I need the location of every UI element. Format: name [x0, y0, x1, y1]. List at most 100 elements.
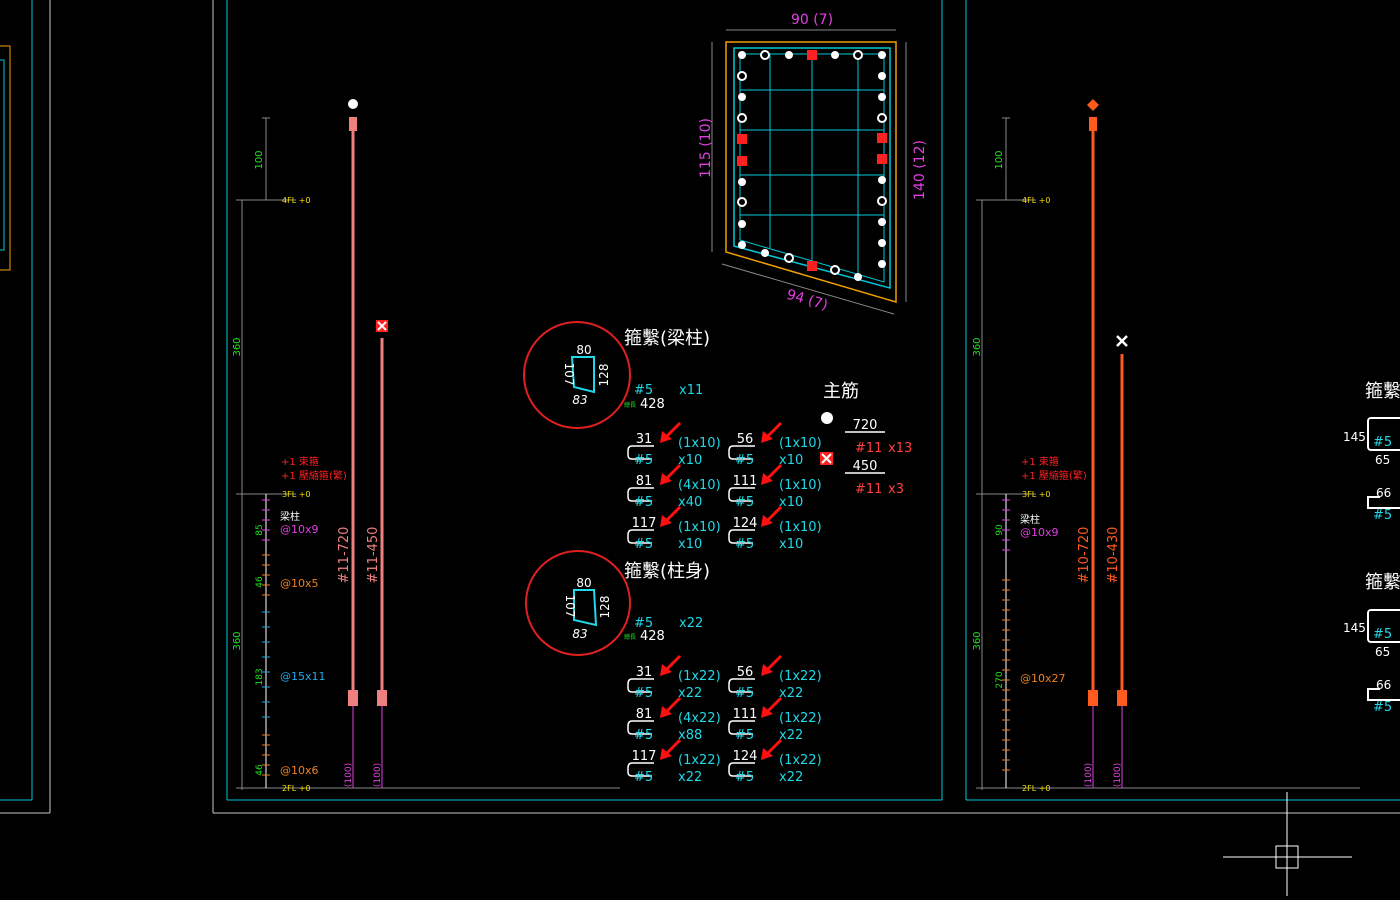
tie-count: x88 — [678, 728, 702, 743]
stirrup-body-ties[interactable]: 31#5(1x22)x2256#5(1x22)x2281#5(4x22)x881… — [627, 654, 822, 785]
beam-tie-item[interactable]: 124 #5 (1x10) x10 — [728, 505, 822, 552]
main-bar-cross-icon — [820, 452, 833, 465]
tie-length: 124 — [733, 516, 758, 531]
beam-tie-item[interactable]: 111 #5 (1x10) x10 — [728, 463, 822, 510]
tie-length: 56 — [737, 665, 754, 680]
r-level-3fl: 3FL +0 — [1022, 490, 1050, 499]
r-note-tie-1: +1 束箍 — [1021, 455, 1059, 468]
sb-bar: #5 — [634, 383, 653, 398]
main-bar-2-count: x3 — [888, 482, 904, 497]
body-tie-item[interactable]: 81 #5 (4x22) x88 — [627, 696, 721, 743]
sd-dim-top: 80 — [576, 576, 591, 590]
tie-length: 31 — [636, 665, 653, 680]
body-tie-item[interactable]: 31 #5 (1x22) x22 — [627, 654, 721, 701]
stirrup-beam-ties[interactable]: 31#5(1x10)x1056#5(1x10)x1081#5(4x10)x401… — [627, 421, 822, 552]
level-3fl: 3FL +0 — [282, 490, 310, 499]
spacing-2: @10x5 — [280, 577, 319, 590]
stirrup-beam-group[interactable]: 箍繫(梁柱) 80 107 128 83 #5 x11 總長 428 — [523, 321, 710, 429]
beam-col-label: 梁柱 — [280, 510, 300, 523]
main-bar-dot-icon — [821, 412, 833, 424]
column-section[interactable]: 90 (7) 115 (10) 140 (12) 94 (7) — [698, 12, 928, 315]
beam-tie-item[interactable]: 81 #5 (4x10) x40 — [627, 463, 721, 510]
tie-length: 124 — [733, 749, 758, 764]
stirrup-beam-highlight — [523, 321, 631, 429]
spacing-1: @10x9 — [280, 523, 319, 536]
main-bars-group[interactable]: 主筋 720 #11 x13 450 #11 x3 — [820, 381, 912, 497]
right-edge-partial[interactable]: 箍繫 145 #5 65 66 #5 箍繫 145 #5 65 66 #5 — [1343, 381, 1400, 715]
tie-spec: (1x10) — [779, 478, 822, 493]
body-tie-item[interactable]: 124 #5 (1x22) x22 — [728, 738, 822, 785]
tie-spec: (1x10) — [678, 520, 721, 535]
bottom-len-2: (100) — [373, 763, 383, 787]
r-bar-1-cap — [1089, 117, 1097, 131]
tie-spec: (1x10) — [678, 436, 721, 451]
sb-total-label: 總長 — [624, 401, 636, 409]
r-bar-label-2: #10-430 — [1106, 527, 1121, 584]
dim-upper-text: 360 — [232, 337, 243, 356]
section-right-dim: 140 (12) — [912, 140, 928, 200]
tie-bar: #5 — [735, 537, 754, 552]
r-bottom-len-2: (100) — [1113, 763, 1123, 787]
body-tie-item[interactable]: 56 #5 (1x22) x22 — [728, 654, 822, 701]
right-column-elevation[interactable]: 100 360 360 4FL +0 3FL +0 2FL +0 90 270 … — [972, 99, 1360, 793]
main-bar-2-len: 450 — [853, 459, 878, 474]
tie-bar: #5 — [735, 728, 754, 743]
tie-length: 81 — [636, 474, 653, 489]
tie-count: x22 — [678, 770, 702, 785]
red-arrow-icon — [660, 505, 682, 527]
main-bar-1-len: 720 — [853, 418, 878, 433]
tie-bar: #5 — [735, 453, 754, 468]
beam-tie-item[interactable]: 117 #5 (1x10) x10 — [627, 505, 721, 552]
tie-length: 31 — [636, 432, 653, 447]
red-arrow-icon — [660, 738, 682, 760]
crosshair-cursor-icon — [1223, 792, 1352, 896]
r-note-tie-2: +1 壓縮箍(繁) — [1021, 469, 1087, 482]
main-bar-1-count: x13 — [888, 441, 912, 456]
tie-bar: #5 — [634, 537, 653, 552]
level-2fl: 2FL +0 — [282, 784, 310, 793]
diamond-marker-icon — [1087, 99, 1099, 111]
r-dim-upper: 360 — [972, 337, 983, 356]
level-4fl: 4FL +0 — [282, 196, 310, 205]
sub-dim-2: 46 — [255, 576, 265, 588]
left-column-elevation[interactable]: 100 360 360 4FL +0 3FL +0 2FL +0 85 46 1… — [232, 99, 620, 793]
section-left-dim: 115 (10) — [698, 118, 714, 178]
right-edge-bar-f: #5 — [1373, 700, 1392, 715]
red-arrow-icon — [761, 654, 783, 676]
red-arrow-icon — [660, 696, 682, 718]
stirrup-body-group[interactable]: 箍繫(柱身) 80 107 128 83 #5 x22 總長 428 — [525, 550, 710, 656]
tie-spec: (1x22) — [678, 669, 721, 684]
body-tie-item[interactable]: 111 #5 (1x22) x22 — [728, 696, 822, 743]
tie-length: 81 — [636, 707, 653, 722]
right-edge-dim-b: 65 — [1375, 453, 1390, 467]
sd-dim-right: 128 — [598, 596, 612, 619]
right-edge-dim-e: 65 — [1375, 645, 1390, 659]
tie-count: x40 — [678, 495, 702, 510]
tie-spec: (1x10) — [779, 436, 822, 451]
tie-length: 117 — [632, 749, 657, 764]
tie-length: 117 — [632, 516, 657, 531]
tie-bar: #5 — [634, 770, 653, 785]
beam-tie-item[interactable]: 31 #5 (1x10) x10 — [627, 421, 721, 468]
sd-total-label: 總長 — [624, 633, 636, 641]
red-arrow-icon — [761, 738, 783, 760]
sd-count: x22 — [679, 616, 703, 631]
sb-dim-bottom: 83 — [572, 393, 587, 407]
tie-count: x10 — [678, 537, 702, 552]
red-arrow-icon — [761, 696, 783, 718]
right-edge-dim-f: 66 — [1376, 678, 1391, 692]
tie-bar: #5 — [634, 686, 653, 701]
cad-canvas[interactable]: 100 360 360 4FL +0 3FL +0 2FL +0 85 46 1… — [0, 0, 1400, 900]
body-tie-item[interactable]: 117 #5 (1x22) x22 — [627, 738, 721, 785]
tie-count: x10 — [779, 495, 803, 510]
tie-length: 56 — [737, 432, 754, 447]
beam-tie-item[interactable]: 56 #5 (1x10) x10 — [728, 421, 822, 468]
note-tie-1: +1 束箍 — [281, 455, 319, 468]
dim-top-text: 100 — [254, 150, 265, 169]
r-bar-1-foot — [1088, 690, 1098, 706]
r-sub-dim-2: 270 — [995, 671, 1005, 688]
red-arrow-icon — [761, 421, 783, 443]
spacing-3: @15x11 — [280, 670, 326, 683]
tie-spec: (4x10) — [678, 478, 721, 493]
right-edge-bar-a: #5 — [1373, 435, 1392, 450]
